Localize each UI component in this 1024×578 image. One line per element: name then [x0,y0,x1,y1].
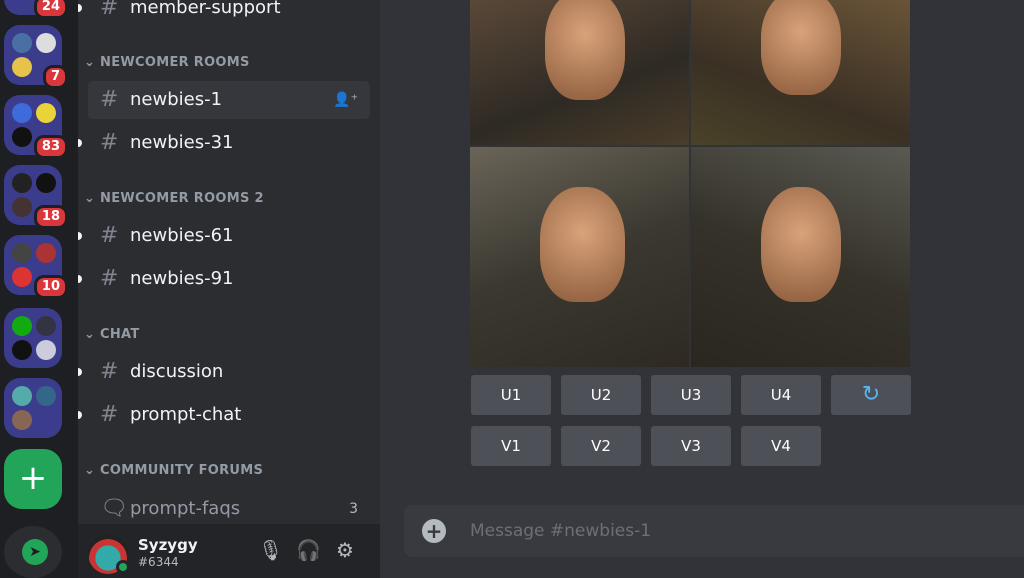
generated-image-2[interactable] [691,0,910,145]
online-status-icon [116,560,130,574]
channel-newbies-91[interactable]: # newbies-91 [78,260,370,298]
mention-badge: 18 [33,205,68,229]
reroll-button[interactable]: ↻ [831,375,911,415]
add-server-button[interactable]: + [4,449,62,509]
category-header[interactable]: ⌄ NEWCOMER ROOMS 2 [84,191,264,206]
post-count: 3 [349,501,358,517]
channel-member-support[interactable]: # member-support [78,0,370,27]
u1-button[interactable]: U1 [471,375,551,415]
image-grid[interactable] [470,0,910,367]
channel-newbies-31[interactable]: # newbies-31 [78,124,370,162]
refresh-icon: ↻ [861,382,881,407]
microphone-icon[interactable]: 🎙 [258,538,283,562]
thread-channel-icon: # [100,87,119,112]
mention-badge: 24 [33,0,68,19]
v3-button[interactable]: V3 [651,426,731,466]
variation-buttons: V1 V2 V3 V4 [471,426,821,466]
thread-channel-icon: # [100,130,119,155]
mention-badge: 7 [42,65,68,89]
v2-button[interactable]: V2 [561,426,641,466]
gear-icon[interactable]: ⚙ [336,538,354,562]
v1-button[interactable]: V1 [471,426,551,466]
u2-button[interactable]: U2 [561,375,641,415]
compass-icon: ➤ [22,539,48,565]
explore-servers-button[interactable]: ➤ [4,526,62,578]
server-folder[interactable]: 24 [4,0,68,19]
channel-discussion[interactable]: # discussion [78,353,370,391]
channel-newbies-61[interactable]: # newbies-61 [78,217,370,255]
user-panel: Syzygy #6344 🎙 🎧 ⚙ [78,524,380,578]
generated-image-1[interactable] [470,0,689,145]
generated-image-3[interactable] [470,147,689,367]
v4-button[interactable]: V4 [741,426,821,466]
category-header[interactable]: ⌄ COMMUNITY FORUMS [84,463,263,478]
thread-channel-icon: # [100,266,119,291]
u3-button[interactable]: U3 [651,375,731,415]
server-folder[interactable]: 10 [4,235,68,299]
mention-badge: 83 [33,135,68,159]
mention-badge: 10 [33,275,68,299]
server-folder[interactable] [4,378,62,438]
hash-icon: # [100,359,119,384]
generated-image-4[interactable] [691,147,910,367]
invite-user-icon[interactable]: 👤⁺ [333,81,358,119]
server-folder[interactable]: 7 [4,25,68,89]
category-header[interactable]: ⌄ NEWCOMER ROOMS [84,55,250,70]
forum-icon: 🗨 [100,496,128,521]
category-header[interactable]: ⌄ CHAT [84,327,140,342]
channel-newbies-1[interactable]: # newbies-1 👤⁺ [88,81,370,119]
message-composer: + [404,505,1024,557]
server-folder[interactable]: 18 [4,165,68,229]
u4-button[interactable]: U4 [741,375,821,415]
user-tag: #6344 [138,555,179,569]
thread-channel-icon: # [100,402,119,427]
upscale-buttons: U1 U2 U3 U4 ↻ [471,375,911,415]
username: Syzygy [138,536,198,554]
channel-prompt-faqs[interactable]: 🗨 prompt-faqs 3 [88,490,370,528]
thread-channel-icon: # [100,223,119,248]
message-input[interactable] [470,517,1010,545]
channel-prompt-chat[interactable]: # prompt-chat [78,396,370,434]
server-rail: 24 7 83 18 10 + ➤ [0,0,78,578]
server-folder[interactable]: 83 [4,95,68,159]
hash-icon: # [100,0,119,20]
server-folder[interactable] [4,308,62,368]
channel-list: # member-support ⌄ NEWCOMER ROOMS # newbie… [78,0,380,578]
headphones-icon[interactable]: 🎧 [296,538,321,562]
add-attachment-button[interactable]: + [422,519,446,543]
